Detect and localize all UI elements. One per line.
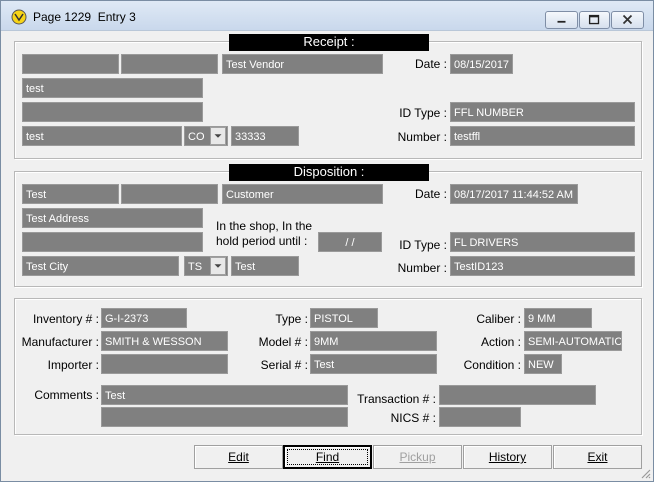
disposition-zip-field[interactable]: Test	[231, 256, 299, 276]
receipt-number-label: Number :	[397, 130, 447, 144]
importer-field[interactable]	[101, 354, 228, 374]
nics-field[interactable]	[439, 407, 521, 427]
close-icon	[622, 14, 633, 25]
action-label: Action :	[480, 335, 521, 349]
exit-button[interactable]: Exit	[553, 445, 642, 469]
manufacturer-label: Manufacturer :	[21, 335, 99, 349]
disposition-address-field-1[interactable]: Test Address	[22, 208, 203, 228]
receipt-id-type-field[interactable]: FFL NUMBER	[450, 102, 635, 122]
resize-grip-icon[interactable]	[639, 467, 651, 479]
minimize-button[interactable]	[545, 11, 578, 29]
comments-label: Comments :	[34, 388, 99, 402]
receipt-name-field-2[interactable]	[121, 54, 218, 74]
comments-field-2[interactable]	[101, 407, 348, 427]
history-button[interactable]: History	[463, 445, 552, 469]
receipt-city-field[interactable]: test	[22, 126, 182, 146]
app-icon	[11, 9, 27, 25]
importer-label: Importer :	[47, 358, 99, 372]
disposition-city-field[interactable]: Test City	[22, 256, 179, 276]
serial-label: Serial # :	[260, 358, 308, 372]
comments-field-1[interactable]: Test	[101, 385, 348, 405]
receipt-address-field-2[interactable]	[22, 102, 203, 122]
inventory-label: Inventory # :	[32, 312, 99, 326]
transaction-label: Transaction # :	[357, 392, 436, 406]
receipt-vendor-field[interactable]: Test Vendor	[222, 54, 383, 74]
pickup-button[interactable]: Pickup	[373, 445, 462, 469]
disposition-header: Disposition :	[229, 164, 429, 181]
receipt-number-field[interactable]: testffl	[450, 126, 635, 146]
disposition-number-label: Number :	[397, 261, 447, 275]
caliber-field[interactable]: 9 MM	[524, 308, 592, 328]
manufacturer-field[interactable]: SMITH & WESSON	[101, 331, 228, 351]
shop-hold-label-line2: hold period until :	[216, 234, 308, 248]
receipt-name-field-1[interactable]	[22, 54, 119, 74]
disposition-state-dropdown-button[interactable]	[210, 257, 226, 275]
receipt-date-field[interactable]: 08/15/2017	[450, 54, 513, 74]
chevron-down-icon	[214, 264, 222, 268]
model-label: Model # :	[258, 335, 308, 349]
receipt-state-dropdown-button[interactable]	[210, 127, 226, 145]
minimize-icon	[557, 20, 566, 23]
title-bar[interactable]: Page 1229 Entry 3	[1, 1, 653, 31]
receipt-header: Receipt :	[229, 34, 429, 51]
receipt-address-field-1[interactable]: test	[22, 78, 203, 98]
receipt-date-label: Date :	[414, 57, 447, 71]
disposition-address-field-2[interactable]	[22, 232, 203, 252]
model-field[interactable]: 9MM	[310, 331, 437, 351]
maximize-icon	[588, 14, 600, 25]
disposition-last-name-field[interactable]	[121, 184, 218, 204]
disposition-number-field[interactable]: TestID123	[450, 256, 635, 276]
disposition-first-name-field[interactable]: Test	[22, 184, 119, 204]
shop-hold-label-line1: In the shop, In the	[216, 219, 313, 233]
condition-label: Condition :	[463, 358, 521, 372]
disposition-customer-field[interactable]: Customer	[222, 184, 383, 204]
transaction-field[interactable]	[439, 385, 596, 405]
edit-button[interactable]: Edit	[194, 445, 283, 469]
dialog-window: Page 1229 Entry 3 Receipt : Test Vendor …	[0, 0, 654, 482]
condition-field[interactable]: NEW	[524, 354, 562, 374]
action-field[interactable]: SEMI-AUTOMATIC	[524, 331, 622, 351]
find-button[interactable]: Find	[283, 445, 372, 469]
disposition-id-type-field[interactable]: FL DRIVERS	[450, 232, 635, 252]
type-label: Type :	[275, 312, 308, 326]
maximize-button[interactable]	[579, 11, 610, 29]
inventory-field[interactable]: G-I-2373	[101, 308, 187, 328]
window-title: Page 1229 Entry 3	[33, 10, 136, 24]
focus-rect	[287, 449, 368, 465]
receipt-zip-field[interactable]: 33333	[231, 126, 299, 146]
close-button[interactable]	[611, 11, 644, 29]
disposition-id-type-label: ID Type :	[399, 238, 447, 252]
serial-field[interactable]: Test	[310, 354, 437, 374]
type-field[interactable]: PISTOL	[310, 308, 378, 328]
caliber-label: Caliber :	[476, 312, 521, 326]
nics-label: NICS # :	[390, 411, 436, 425]
disposition-date-label: Date :	[414, 187, 447, 201]
receipt-id-type-label: ID Type :	[399, 106, 447, 120]
disposition-date-field[interactable]: 08/17/2017 11:44:52 AM	[450, 184, 578, 204]
chevron-down-icon	[214, 134, 222, 138]
